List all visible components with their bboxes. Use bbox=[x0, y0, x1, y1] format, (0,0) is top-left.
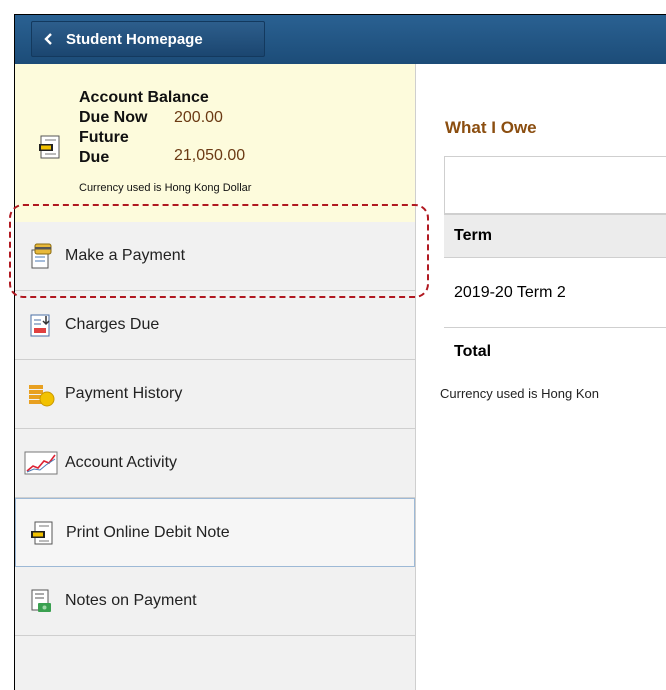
sidebar-item-label: Notes on Payment bbox=[65, 592, 197, 609]
sidebar-item-print-debit-note[interactable]: Print Online Debit Note bbox=[15, 498, 415, 567]
main-currency-note: Currency used is Hong Kon bbox=[440, 386, 599, 401]
sidebar-item-label: Print Online Debit Note bbox=[66, 523, 230, 541]
sidebar-item-label: Payment History bbox=[65, 385, 183, 402]
sidebar-item-charges-due[interactable]: Charges Due bbox=[15, 291, 415, 360]
back-button-label: Student Homepage bbox=[66, 30, 203, 48]
balance-title: Account Balance bbox=[79, 89, 209, 106]
sidebar-item-notes-on-payment[interactable]: Notes on Payment bbox=[15, 567, 415, 636]
sidebar-item-label: Account Activity bbox=[65, 454, 178, 471]
document-icon bbox=[37, 134, 63, 165]
sidebar-item-label: Charges Due bbox=[65, 316, 160, 333]
due-label: Due bbox=[79, 149, 110, 166]
page-title: What I Owe bbox=[445, 118, 537, 137]
balance-currency-note: Currency used is Hong Kong Dollar bbox=[79, 182, 252, 194]
back-button[interactable]: Student Homepage bbox=[31, 21, 265, 57]
coins-icon bbox=[17, 381, 65, 407]
sidebar-item-make-payment[interactable]: Make a Payment bbox=[15, 222, 415, 291]
future-due-value: 21,050.00 bbox=[174, 147, 246, 164]
future-label: Future bbox=[79, 129, 129, 146]
table-row[interactable]: 2019-20 Term 2 bbox=[444, 258, 666, 328]
charges-icon bbox=[17, 312, 65, 338]
app-window: Student Homepage Account Balance Due Now… bbox=[14, 14, 666, 690]
line-chart-icon bbox=[17, 451, 65, 475]
sidebar: Account Balance Due Now 200.00 Future Du… bbox=[15, 64, 416, 690]
sidebar-item-account-activity[interactable]: Account Activity bbox=[15, 429, 415, 498]
sidebar-item-payment-history[interactable]: Payment History bbox=[15, 360, 415, 429]
payment-icon bbox=[17, 242, 65, 270]
due-now-value: 200.00 bbox=[174, 109, 223, 126]
debit-note-icon bbox=[18, 520, 66, 546]
summary-box bbox=[444, 156, 666, 214]
notes-icon bbox=[17, 588, 65, 614]
sidebar-item-label: Make a Payment bbox=[65, 247, 186, 264]
header-bar: Student Homepage bbox=[15, 15, 666, 64]
chevron-left-icon bbox=[32, 33, 66, 45]
table-header-term: Term bbox=[444, 214, 666, 258]
due-now-label: Due Now bbox=[79, 109, 148, 126]
account-balance-panel[interactable]: Account Balance Due Now 200.00 Future Du… bbox=[15, 64, 415, 222]
total-label: Total bbox=[454, 343, 492, 360]
